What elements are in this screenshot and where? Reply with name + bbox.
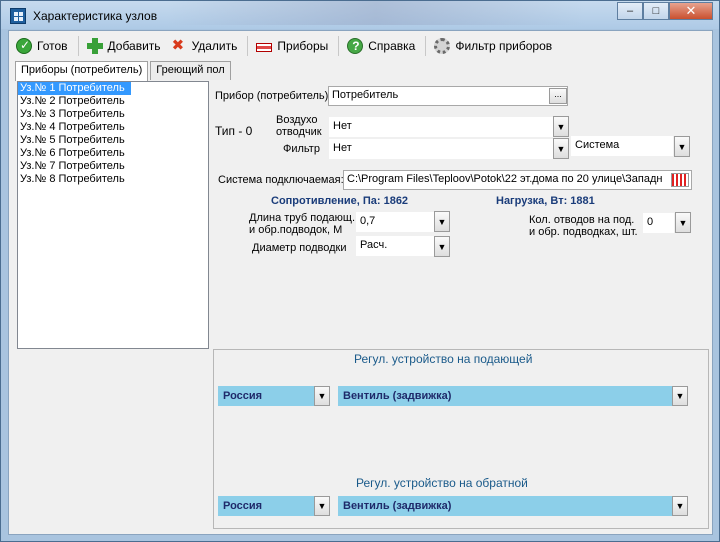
chevron-down-icon: ▼ bbox=[675, 391, 685, 401]
help-label: Справка bbox=[368, 39, 416, 53]
device-label: Прибор (потребитель) bbox=[215, 90, 329, 102]
supply-country-select[interactable]: Россия bbox=[218, 386, 314, 406]
bends-select[interactable]: 0 bbox=[643, 213, 674, 233]
add-button[interactable]: Добавить bbox=[83, 34, 167, 58]
window-title: Характеристика узлов bbox=[33, 9, 158, 23]
filter-select[interactable]: Нет bbox=[329, 139, 553, 159]
x-icon bbox=[171, 36, 187, 54]
diameter-select[interactable]: Расч. bbox=[356, 236, 434, 256]
done-label: Готов bbox=[37, 39, 68, 53]
tab-devices[interactable]: Приборы (потребитель) bbox=[15, 61, 149, 81]
add-label: Добавить bbox=[107, 39, 161, 53]
air-vent-select[interactable]: Нет bbox=[329, 117, 553, 137]
list-item[interactable]: Уз.№ 1 Потребитель bbox=[18, 82, 131, 95]
return-device-dropdown-button[interactable]: ▼ bbox=[672, 496, 688, 516]
toolbar: Готов Добавить Удалить Приборы Справка bbox=[9, 31, 712, 61]
load-text: Нагрузка, Вт: 1881 bbox=[496, 195, 595, 207]
toolbar-separator bbox=[247, 36, 249, 56]
close-button[interactable]: ✕ bbox=[669, 2, 713, 20]
question-icon bbox=[347, 38, 364, 54]
type-label: Тип - 0 bbox=[215, 124, 253, 138]
gear-icon bbox=[434, 38, 451, 54]
bends-dropdown-button[interactable]: ▼ bbox=[675, 212, 691, 233]
toolbar-separator bbox=[77, 36, 79, 56]
diameter-label: Диаметр подводки bbox=[252, 242, 347, 254]
app-window: Характеристика узлов – □ ✕ Готов Добавит… bbox=[0, 0, 720, 542]
node-list[interactable]: Уз.№ 1 Потребитель Уз.№ 2 Потребитель Уз… bbox=[17, 81, 209, 349]
chevron-down-icon: ▼ bbox=[675, 501, 685, 511]
chevron-down-icon: ▼ bbox=[437, 241, 447, 252]
air-vent-dropdown-button[interactable]: ▼ bbox=[553, 116, 569, 137]
app-icon bbox=[10, 8, 26, 24]
chevron-down-icon: ▼ bbox=[556, 143, 566, 154]
resistance-text: Сопротивление, Па: 1862 bbox=[271, 195, 409, 207]
devices-button[interactable]: Приборы bbox=[252, 34, 334, 58]
tab-heated-floor[interactable]: Греющий пол bbox=[150, 61, 231, 80]
return-country-dropdown-button[interactable]: ▼ bbox=[314, 496, 330, 516]
filter-dropdown-button[interactable]: ▼ bbox=[553, 138, 569, 159]
connected-system-field[interactable]: C:\Program Files\Teploov\Potok\22 эт.дом… bbox=[343, 170, 692, 190]
return-device-select[interactable]: Вентиль (задвижка) bbox=[338, 496, 672, 516]
list-item[interactable]: Уз.№ 8 Потребитель bbox=[18, 173, 208, 186]
bends-label-2: и обр. подводках, шт. bbox=[529, 226, 638, 238]
connected-system-label: Система подключаемая: bbox=[218, 174, 344, 186]
diameter-dropdown-button[interactable]: ▼ bbox=[434, 236, 450, 257]
air-vent-label-2: отводчик bbox=[276, 126, 322, 138]
check-circle-icon bbox=[16, 38, 32, 54]
system-dropdown-button[interactable]: ▼ bbox=[674, 136, 690, 157]
list-item[interactable]: Уз.№ 2 Потребитель bbox=[18, 95, 208, 108]
chevron-down-icon: ▼ bbox=[678, 217, 688, 228]
return-country-select[interactable]: Россия bbox=[218, 496, 314, 516]
regulator-panel: Регул. устройство на подающей Россия ▼ В… bbox=[213, 349, 709, 529]
system-select[interactable]: Система bbox=[571, 136, 673, 156]
chevron-down-icon: ▼ bbox=[317, 501, 327, 511]
supply-device-dropdown-button[interactable]: ▼ bbox=[672, 386, 688, 406]
maximize-button[interactable]: □ bbox=[643, 2, 669, 20]
list-item[interactable]: Уз.№ 6 Потребитель bbox=[18, 147, 208, 160]
list-item[interactable]: Уз.№ 3 Потребитель bbox=[18, 108, 208, 121]
pipe-length-select[interactable]: 0,7 bbox=[356, 212, 434, 232]
client-area: Готов Добавить Удалить Приборы Справка bbox=[8, 30, 713, 535]
device-browse-button[interactable]: ... bbox=[549, 88, 567, 104]
toolbar-separator bbox=[338, 36, 340, 56]
chevron-down-icon: ▼ bbox=[317, 391, 327, 401]
supply-regulator-title: Регул. устройство на подающей bbox=[354, 352, 533, 366]
radiator-icon[interactable] bbox=[671, 173, 689, 187]
plus-icon bbox=[86, 38, 103, 54]
list-item[interactable]: Уз.№ 4 Потребитель bbox=[18, 121, 208, 134]
supply-device-select[interactable]: Вентиль (задвижка) bbox=[338, 386, 672, 406]
help-button[interactable]: Справка bbox=[343, 34, 421, 58]
list-item[interactable]: Уз.№ 7 Потребитель bbox=[18, 160, 208, 173]
return-regulator-title: Регул. устройство на обратной bbox=[356, 476, 528, 490]
radiator-icon bbox=[256, 43, 273, 52]
delete-label: Удалить bbox=[191, 39, 238, 53]
chevron-down-icon: ▼ bbox=[677, 141, 687, 152]
delete-button[interactable]: Удалить bbox=[167, 34, 244, 58]
air-vent-label-1: Воздухо bbox=[276, 114, 318, 126]
pipe-length-label-1: Длина труб подающ. bbox=[249, 212, 355, 224]
pipe-length-label-2: и обр.подводок, М bbox=[249, 224, 343, 236]
chevron-down-icon: ▼ bbox=[437, 216, 447, 227]
filter-devices-button[interactable]: Фильтр приборов bbox=[430, 34, 558, 58]
device-field[interactable]: Потребитель bbox=[328, 86, 568, 106]
title-bar: Характеристика узлов – □ ✕ bbox=[1, 1, 719, 29]
filter-label: Фильтр приборов bbox=[455, 39, 553, 53]
devices-label: Приборы bbox=[277, 39, 329, 53]
toolbar-separator bbox=[425, 36, 427, 56]
list-item[interactable]: Уз.№ 5 Потребитель bbox=[18, 134, 208, 147]
chevron-down-icon: ▼ bbox=[556, 121, 566, 132]
supply-country-dropdown-button[interactable]: ▼ bbox=[314, 386, 330, 406]
title-background-strip bbox=[166, 1, 586, 25]
tab-strip: Приборы (потребитель) Греющий пол bbox=[15, 61, 233, 81]
bends-label-1: Кол. отводов на под. bbox=[529, 214, 635, 226]
minimize-button[interactable]: – bbox=[617, 2, 643, 20]
pipe-length-dropdown-button[interactable]: ▼ bbox=[434, 211, 450, 232]
filter-field-label: Фильтр bbox=[283, 143, 320, 155]
done-button[interactable]: Готов bbox=[12, 34, 74, 58]
